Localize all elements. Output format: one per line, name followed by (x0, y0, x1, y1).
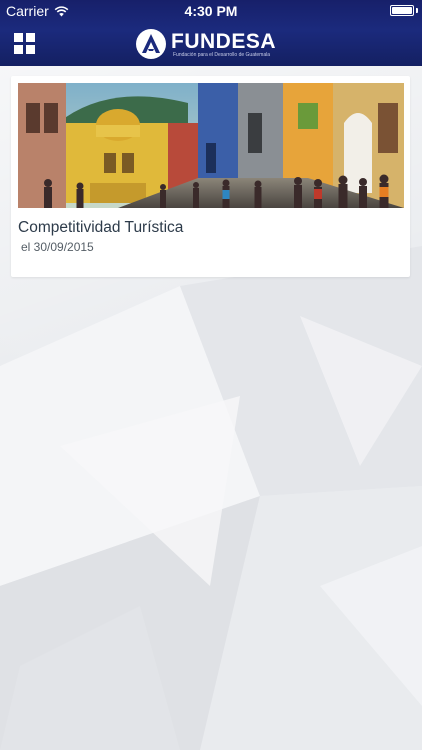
grid-menu-icon (26, 33, 35, 42)
grid-menu-button[interactable] (12, 31, 38, 57)
article-image[interactable] (18, 83, 404, 208)
grid-menu-icon (14, 33, 23, 42)
app-header: Carrier 4:30 PM FUNDESA Fundación para e… (0, 0, 422, 66)
colonial-street-photo (18, 83, 404, 208)
article-date: el 30/09/2015 (21, 240, 94, 254)
article-title[interactable]: Competitividad Turística (18, 219, 183, 237)
content-area[interactable]: Competitividad Turística el 30/09/2015 (0, 66, 422, 750)
status-time: 4:30 PM (184, 3, 238, 19)
battery-icon (390, 5, 414, 16)
battery-fill (392, 7, 412, 14)
battery-tip (416, 8, 418, 13)
nav-bar: FUNDESA Fundación para el Desarrollo de … (0, 22, 422, 66)
logo-name: FUNDESA (171, 29, 277, 53)
grid-menu-icon (14, 45, 23, 54)
logo-tagline: Fundación para el Desarrollo de Guatemal… (173, 51, 270, 58)
fundesa-logo-icon (136, 29, 166, 59)
status-bar: Carrier 4:30 PM (0, 0, 422, 22)
fundesa-logo[interactable]: FUNDESA Fundación para el Desarrollo de … (135, 27, 276, 61)
article-card[interactable]: Competitividad Turística el 30/09/2015 (11, 76, 410, 277)
grid-menu-icon (26, 45, 35, 54)
